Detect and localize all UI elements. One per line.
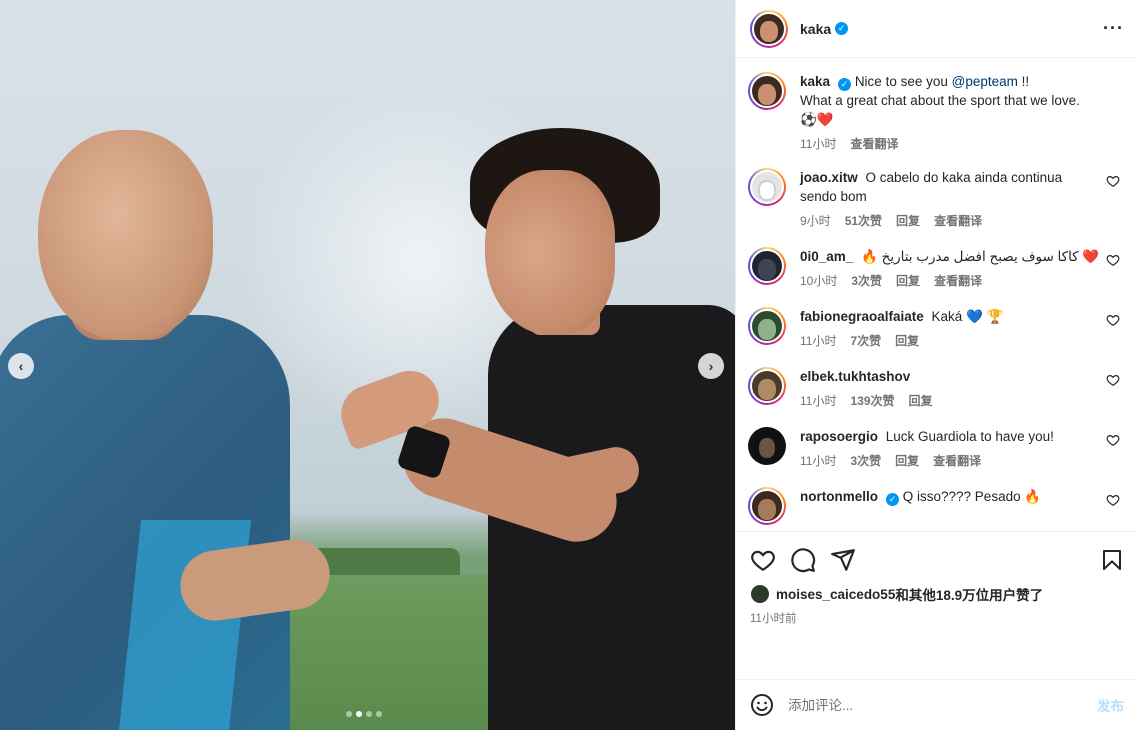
like-comment-heart-icon[interactable] — [1106, 433, 1120, 447]
avatar[interactable] — [748, 307, 786, 345]
avatar[interactable] — [748, 72, 786, 110]
comment-likes[interactable]: 51次赞 — [845, 212, 882, 231]
comment-username[interactable]: elbek.tukhtashov — [800, 369, 910, 384]
carousel-dot — [376, 711, 382, 717]
caption-username[interactable]: kaka — [800, 74, 830, 89]
comment-time: 9小时 — [800, 214, 831, 228]
comment-username[interactable]: 0i0_am_ — [800, 249, 853, 264]
carousel-dot — [346, 711, 352, 717]
man-right-head — [485, 170, 615, 335]
comment-text: 🔥 كاكا سوف يصبح افضل مدرب بتاريخ ❤️ — [861, 249, 1100, 264]
comment-username[interactable]: fabionegraoalfaiate — [800, 309, 924, 324]
comment-item: raposoergio Luck Guardiola to have you! … — [748, 427, 1124, 471]
post-side-panel: kaka ✓ ··· kaka ✓ Nice to see you @peptea… — [735, 0, 1138, 730]
comment-item: joao.xitw O cabelo do kaka ainda continu… — [748, 168, 1124, 231]
next-image-button[interactable]: › — [698, 353, 724, 379]
comment-bubble-icon[interactable] — [790, 547, 816, 573]
add-comment-bar: 发布 — [736, 679, 1138, 730]
reply-button[interactable]: 回复 — [895, 332, 919, 351]
verified-badge-icon: ✓ — [835, 22, 849, 35]
comment-likes[interactable]: 3次赞 — [850, 452, 881, 471]
avatar[interactable] — [748, 487, 786, 525]
comment-likes[interactable]: 7次赞 — [850, 332, 881, 351]
mention-link[interactable]: @pepteam — [952, 74, 1018, 89]
like-heart-icon[interactable] — [750, 547, 776, 573]
emoji-smiley-icon[interactable] — [750, 693, 774, 717]
comment-likes[interactable]: 139次赞 — [850, 392, 894, 411]
prev-image-button[interactable]: ‹ — [8, 353, 34, 379]
liker-username[interactable]: moises_caicedo55 — [776, 587, 895, 602]
carousel-dot-active — [356, 711, 362, 717]
avatar[interactable] — [748, 427, 786, 465]
like-comment-heart-icon[interactable] — [1106, 493, 1120, 507]
caption-line2: What a great chat about the sport that w… — [800, 93, 1080, 108]
like-comment-heart-icon[interactable] — [1106, 313, 1120, 327]
caption-text: Nice to see you — [854, 74, 952, 89]
comments-list[interactable]: kaka ✓ Nice to see you @pepteam !! What a… — [736, 58, 1138, 531]
post-time: 11小时前 — [750, 613, 797, 625]
post-comment-button[interactable]: 发布 — [1097, 695, 1124, 715]
carousel-dots — [346, 711, 382, 717]
comment-text: Q isso???? Pesado 🔥 — [902, 489, 1042, 504]
likes-summary: moises_caicedo55 和其他18.9万位用户赞了 — [750, 584, 1124, 604]
verified-badge-icon: ✓ — [886, 493, 899, 506]
comment-time: 11小时 — [800, 394, 837, 408]
comment-time: 10小时 — [800, 274, 838, 288]
comment-item: nortonmello ✓ Q isso???? Pesado 🔥 — [748, 487, 1124, 525]
save-bookmark-icon[interactable] — [1100, 547, 1124, 573]
reply-button[interactable]: 回复 — [896, 272, 920, 291]
comment-item: elbek.tukhtashov 11小时 139次赞 回复 — [748, 367, 1124, 411]
like-comment-heart-icon[interactable] — [1106, 373, 1120, 387]
reply-button[interactable]: 回复 — [909, 392, 933, 411]
comment-likes[interactable]: 3次赞 — [851, 272, 882, 291]
comment-input[interactable] — [788, 697, 1097, 713]
avatar[interactable] — [748, 367, 786, 405]
translate-button[interactable]: 查看翻译 — [933, 452, 981, 471]
share-send-icon[interactable] — [830, 547, 856, 573]
reply-button[interactable]: 回复 — [896, 212, 920, 231]
comment-item: fabionegraoalfaiate Kaká 💙 🏆 11小时 7次赞 回复 — [748, 307, 1124, 351]
comment-username[interactable]: raposoergio — [800, 429, 878, 444]
comment-text: Kaká 💙 🏆 — [931, 309, 1004, 324]
verified-badge-icon: ✓ — [838, 78, 852, 91]
comment-time: 11小时 — [800, 334, 837, 348]
comment-text: Luck Guardiola to have you! — [885, 429, 1054, 444]
comment-username[interactable]: nortonmello — [800, 489, 878, 504]
avatar[interactable] — [748, 247, 786, 285]
chevron-left-icon: ‹ — [18, 358, 24, 374]
translate-button[interactable]: 查看翻译 — [934, 212, 982, 231]
chevron-right-icon: › — [708, 358, 714, 374]
liker-avatar[interactable] — [750, 584, 770, 604]
translate-button[interactable]: 查看翻译 — [850, 135, 898, 154]
author-username[interactable]: kaka — [800, 21, 831, 37]
comment-username[interactable]: joao.xitw — [800, 170, 858, 185]
likes-count-text[interactable]: 和其他18.9万位用户赞了 — [895, 584, 1043, 604]
like-comment-heart-icon[interactable] — [1106, 253, 1120, 267]
carousel-dot — [366, 711, 372, 717]
man-left-head — [38, 130, 213, 340]
caption-time: 11小时 — [800, 137, 837, 151]
caption-text-end: !! — [1017, 74, 1030, 89]
comment-time: 11小时 — [800, 454, 837, 468]
like-comment-heart-icon[interactable] — [1106, 174, 1120, 188]
caption: kaka ✓ Nice to see you @pepteam !! What a… — [748, 72, 1124, 154]
avatar[interactable] — [748, 168, 786, 206]
more-options-icon[interactable]: ··· — [1103, 18, 1124, 39]
post-header: kaka ✓ ··· — [736, 0, 1138, 58]
post-image[interactable]: ‹ › — [0, 0, 735, 730]
author-avatar[interactable] — [750, 9, 788, 48]
post-actions: moises_caicedo55 和其他18.9万位用户赞了 11小时前 — [736, 531, 1138, 679]
translate-button[interactable]: 查看翻译 — [934, 272, 982, 291]
reply-button[interactable]: 回复 — [895, 452, 919, 471]
comment-item: 0i0_am_ 🔥 كاكا سوف يصبح افضل مدرب بتاريخ… — [748, 247, 1124, 291]
caption-emoji: ⚽️❤️ — [800, 112, 834, 127]
